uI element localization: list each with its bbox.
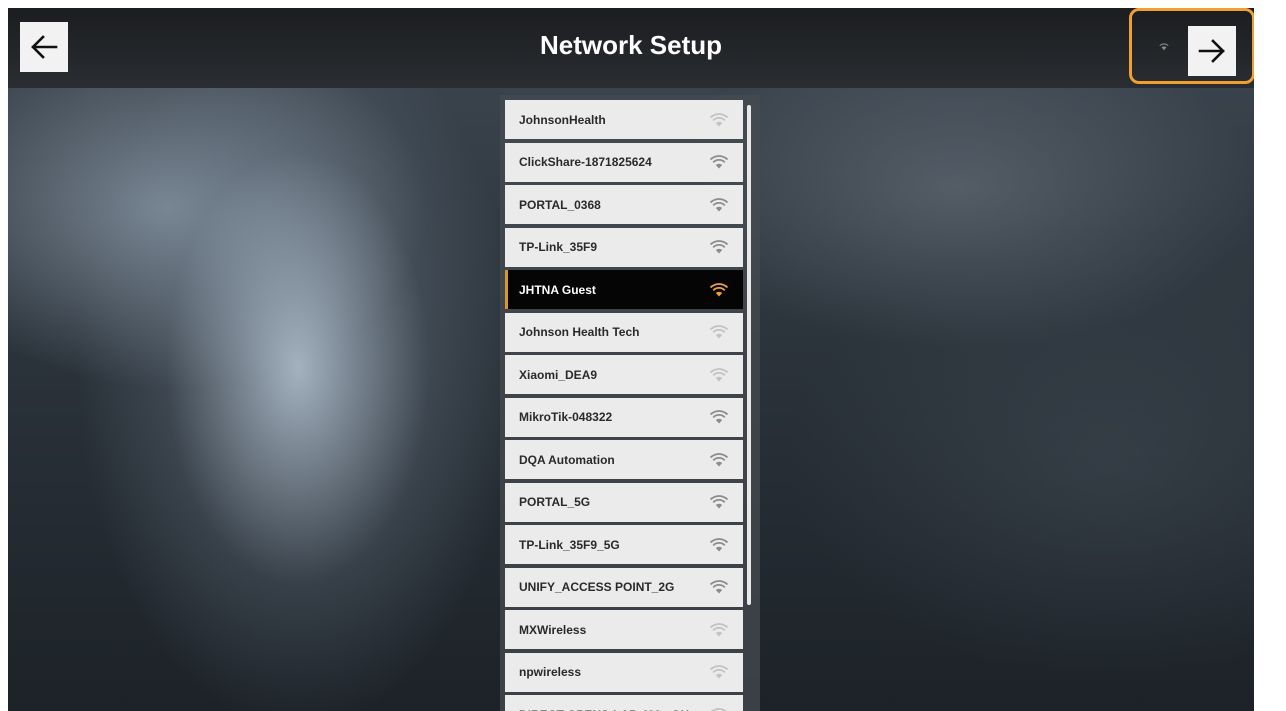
network-setup-screen: Network Setup JohnsonHealth ClickShare-18… [8,8,1254,711]
network-item[interactable]: DQA Automation [505,440,743,479]
network-item[interactable]: PORTAL_0368 [505,185,743,224]
wifi-signal-icon [709,325,729,339]
wifi-status-icon [1159,43,1169,51]
wifi-signal-icon [709,665,729,679]
wifi-signal-icon [709,155,729,169]
network-name: npwireless [519,665,582,679]
wifi-signal-icon [709,282,729,296]
wifi-signal-icon [709,495,729,509]
wifi-signal-icon [709,197,729,211]
wifi-signal-icon [709,410,729,424]
network-name: TP-Link_35F9_5G [519,537,620,552]
network-name: TP-Link_35F9 [519,240,598,254]
page-title: Network Setup [539,30,723,60]
wifi-signal-icon [709,537,729,551]
network-name: JHTNA Guest [519,282,596,297]
wifi-signal-icon [709,367,729,381]
network-name: UNIFY_ACCESS POINT_2G [519,580,675,594]
header-bar: Network Setup [8,8,1254,88]
network-name: MikroTik-048322 [519,410,613,424]
network-item[interactable]: npwireless [505,652,743,692]
network-item[interactable]: TP-Link_35F9_5G [505,525,743,564]
network-name: DQA Automation [519,452,615,467]
network-name: PORTAL_5G [519,495,591,509]
wifi-signal-icon [710,707,728,711]
network-list-panel: JohnsonHealth ClickShare-1871825624 PORTAL… [500,95,760,711]
network-item[interactable]: PORTAL_5G [505,482,743,522]
wifi-signal-icon [709,622,729,636]
arrow-right-icon [1198,39,1225,63]
network-name: JohnsonHealth [519,112,606,127]
network-item[interactable]: JHTNA Guest [505,270,743,309]
network-name: ClickShare-1871825624 [519,155,652,169]
wifi-signal-icon [709,452,729,466]
network-item[interactable]: Xiaomi_DEA9 [505,355,743,394]
network-item[interactable]: TP-Link_35F9 [505,227,743,267]
network-item[interactable]: MikroTik-048322 [505,397,743,437]
network-item[interactable]: UNIFY_ACCESS POINT_2G [505,567,743,607]
network-item[interactable]: JohnsonHealth [505,100,743,139]
wifi-signal-icon [709,240,729,254]
network-name: Johnson Health Tech [519,325,640,339]
network-name: DIRECT-OPENS-LAP-400...GH [505,708,709,711]
network-name: MXWireless [519,622,587,637]
next-button[interactable] [1188,26,1236,76]
network-name: PORTAL_0368 [519,197,601,212]
network-item[interactable]: Johnson Health Tech [505,312,743,352]
network-item[interactable]: ClickShare-1871825624 [505,142,743,182]
network-item[interactable]: DIRECT-OPENS-LAP-400...GH [505,695,743,711]
network-name: Xiaomi_DEA9 [519,367,598,382]
wifi-signal-icon [709,112,729,126]
network-item[interactable]: MXWireless [505,610,743,649]
network-list: JohnsonHealth ClickShare-1871825624 PORTAL… [505,100,743,711]
scrollbar[interactable] [747,105,751,605]
wifi-signal-icon [709,580,729,594]
